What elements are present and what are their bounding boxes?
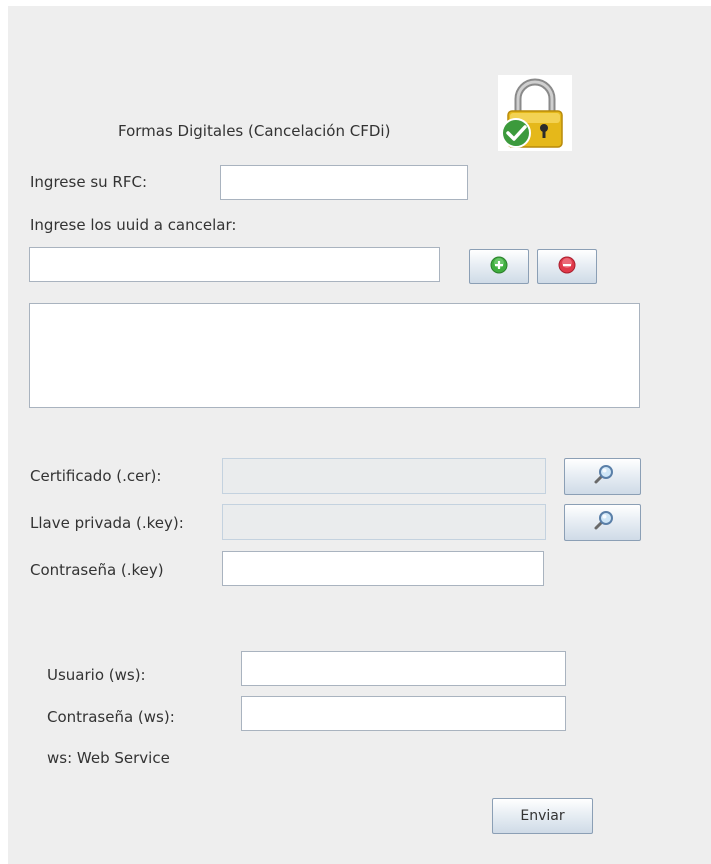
browse-llave-button[interactable] xyxy=(564,504,641,541)
form-title: Formas Digitales (Cancelación CFDi) xyxy=(118,122,391,140)
ws-note: ws: Web Service xyxy=(47,749,170,767)
browse-certificado-button[interactable] xyxy=(564,458,641,495)
certificado-path-field xyxy=(222,458,546,494)
llave-label: Llave privada (.key): xyxy=(30,514,184,532)
rfc-input[interactable] xyxy=(220,165,468,200)
enviar-button-label: Enviar xyxy=(520,808,565,824)
uuid-input[interactable] xyxy=(29,247,440,282)
magnifier-icon xyxy=(590,462,616,492)
llave-path-field xyxy=(222,504,546,540)
contrasena-ws-input[interactable] xyxy=(241,696,566,731)
add-uuid-button[interactable] xyxy=(469,249,529,284)
uuid-list[interactable] xyxy=(29,303,640,408)
usuario-ws-label: Usuario (ws): xyxy=(47,666,146,684)
minus-circle-icon xyxy=(558,256,576,278)
enviar-button[interactable]: Enviar xyxy=(492,798,593,834)
certificado-label: Certificado (.cer): xyxy=(30,467,162,485)
lock-check-icon xyxy=(498,75,572,151)
plus-circle-icon xyxy=(490,256,508,278)
form-panel: Formas Digitales (Cancelación CFDi) Ingr… xyxy=(8,6,711,864)
uuid-label: Ingrese los uuid a cancelar: xyxy=(30,216,237,234)
contrasena-ws-label: Contraseña (ws): xyxy=(47,708,175,726)
remove-uuid-button[interactable] xyxy=(537,249,597,284)
contrasena-key-input[interactable] xyxy=(222,551,544,586)
contrasena-key-label: Contraseña (.key) xyxy=(30,561,164,579)
rfc-label: Ingrese su RFC: xyxy=(30,173,147,191)
usuario-ws-input[interactable] xyxy=(241,651,566,686)
magnifier-icon xyxy=(590,508,616,538)
